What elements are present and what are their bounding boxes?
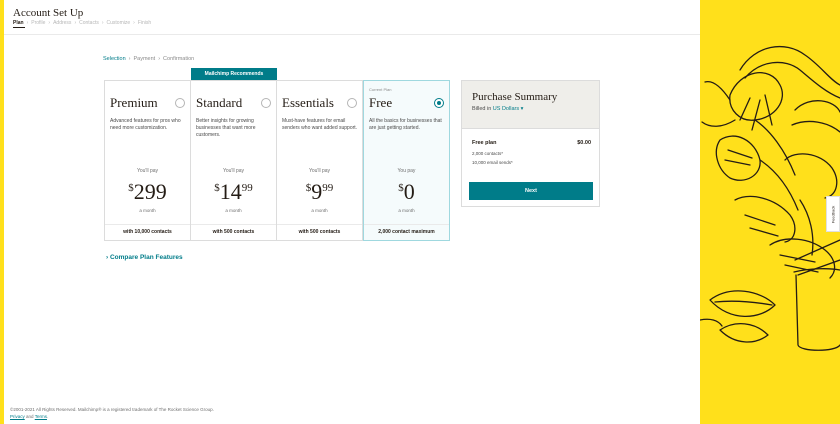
step-separator-icon: › xyxy=(74,20,77,26)
billing-currency-row: Billed in US Dollars ▾ xyxy=(472,106,599,112)
copyright-text: ©2001-2021 All Rights Reserved. Mailchim… xyxy=(10,407,214,412)
plan-pay-label: You'll pay xyxy=(136,168,159,174)
plan-contacts: with 500 contacts xyxy=(298,229,341,235)
step-separator-icon: › xyxy=(26,20,29,26)
setup-steps-nav: Plan › Profile › Address › Contacts › Cu… xyxy=(13,20,151,26)
caret-down-icon: ▾ xyxy=(520,106,524,112)
chevron-right-icon: › xyxy=(158,56,161,62)
summary-plan-name: Free plan xyxy=(472,140,497,146)
plan-period: a month xyxy=(225,208,242,213)
plan-contacts: with 500 contacts xyxy=(212,229,255,235)
plan-price: $1499 xyxy=(214,179,253,204)
plan-divider xyxy=(191,224,276,225)
summary-header: Purchase Summary Billed in US Dollars ▾ xyxy=(462,81,599,129)
step-address[interactable]: Address xyxy=(53,20,71,26)
plan-options: Premium Advanced features for pros who n… xyxy=(104,80,450,241)
plan-radio[interactable] xyxy=(347,98,357,108)
compare-plan-features-link[interactable]: › Compare Plan Features xyxy=(106,254,183,261)
step-separator-icon: › xyxy=(101,20,104,26)
recommended-badge: Mailchimp Recommends xyxy=(191,68,277,80)
plan-period: a month xyxy=(139,208,156,213)
plan-description: Must-have features for email senders who… xyxy=(282,118,358,131)
plan-description: Advanced features for pros who need more… xyxy=(110,118,181,131)
breadcrumb-selection[interactable]: Selection xyxy=(103,56,126,62)
flower-illustration xyxy=(700,0,840,424)
terms-link[interactable]: Terms xyxy=(35,414,47,419)
plan-radio-selected[interactable] xyxy=(434,98,444,108)
chevron-right-icon: › xyxy=(106,254,109,261)
header-divider xyxy=(4,34,700,35)
plan-description: Better insights for growing businesses t… xyxy=(196,118,256,138)
plan-radio[interactable] xyxy=(175,98,185,108)
summary-contacts-line: 2,000 contacts* xyxy=(472,151,504,156)
breadcrumb: Selection › Payment › Confirmation xyxy=(103,56,194,62)
plan-card-premium[interactable]: Premium Advanced features for pros who n… xyxy=(105,81,191,240)
plan-name: Free xyxy=(369,95,393,110)
plan-price: $999 xyxy=(305,179,334,204)
plan-pay-label: You'll pay xyxy=(308,168,331,174)
step-contacts[interactable]: Contacts xyxy=(79,20,99,26)
plan-name: Premium xyxy=(110,95,158,110)
currency-select[interactable]: US Dollars ▾ xyxy=(493,106,524,112)
page-title: Account Set Up xyxy=(13,7,84,19)
plan-contacts: 2,000 contact maximum xyxy=(378,229,435,235)
footer-and: and xyxy=(26,414,34,419)
plan-period: a month xyxy=(398,208,415,213)
brand-left-strip xyxy=(0,0,4,424)
summary-plan-price: $0.00 xyxy=(577,140,591,146)
summary-title: Purchase Summary xyxy=(472,91,558,103)
plan-pay-label: You'll pay xyxy=(222,168,245,174)
current-plan-label: Current Plan xyxy=(369,87,392,92)
feedback-tab[interactable]: Feedback xyxy=(826,196,840,232)
page-footer: ©2001-2021 All Rights Reserved. Mailchim… xyxy=(10,407,214,419)
purchase-summary-panel: Purchase Summary Billed in US Dollars ▾ … xyxy=(461,80,600,207)
plan-name: Essentials xyxy=(282,95,334,110)
flower-drawing-icon xyxy=(700,45,840,351)
next-button[interactable]: Next xyxy=(469,182,593,200)
active-step-underline xyxy=(13,27,25,28)
privacy-link[interactable]: Privacy xyxy=(10,414,25,419)
billed-in-label: Billed in xyxy=(472,106,492,112)
plan-card-essentials[interactable]: Essentials Must-have features for email … xyxy=(277,81,363,240)
plan-radio[interactable] xyxy=(261,98,271,108)
summary-plan-row: Free plan $0.00 xyxy=(472,140,591,146)
step-profile[interactable]: Profile xyxy=(31,20,45,26)
step-finish[interactable]: Finish xyxy=(138,20,151,26)
step-plan[interactable]: Plan xyxy=(13,20,24,26)
plan-period: a month xyxy=(311,208,328,213)
step-separator-icon: › xyxy=(48,20,51,26)
plan-contacts: with 10,000 contacts xyxy=(123,229,172,235)
plan-divider xyxy=(364,224,449,225)
step-customize[interactable]: Customize xyxy=(107,20,131,26)
plan-name: Standard xyxy=(196,95,243,110)
breadcrumb-payment[interactable]: Payment xyxy=(133,56,155,62)
breadcrumb-confirmation[interactable]: Confirmation xyxy=(163,56,194,62)
plan-description: All the basics for businesses that are j… xyxy=(369,118,442,131)
plan-card-free[interactable]: Current Plan Free All the basics for bus… xyxy=(363,80,450,241)
plan-divider xyxy=(105,224,190,225)
chevron-right-icon: › xyxy=(128,56,131,62)
plan-price: $0 xyxy=(398,179,415,204)
plan-divider xyxy=(277,224,362,225)
plan-pay-label: You pay xyxy=(397,168,416,174)
step-separator-icon: › xyxy=(133,20,135,26)
plan-price: $299 xyxy=(128,179,167,204)
plan-card-standard[interactable]: Standard Better insights for growing bus… xyxy=(191,81,277,240)
summary-sends-line: 10,000 email sends* xyxy=(472,160,513,165)
